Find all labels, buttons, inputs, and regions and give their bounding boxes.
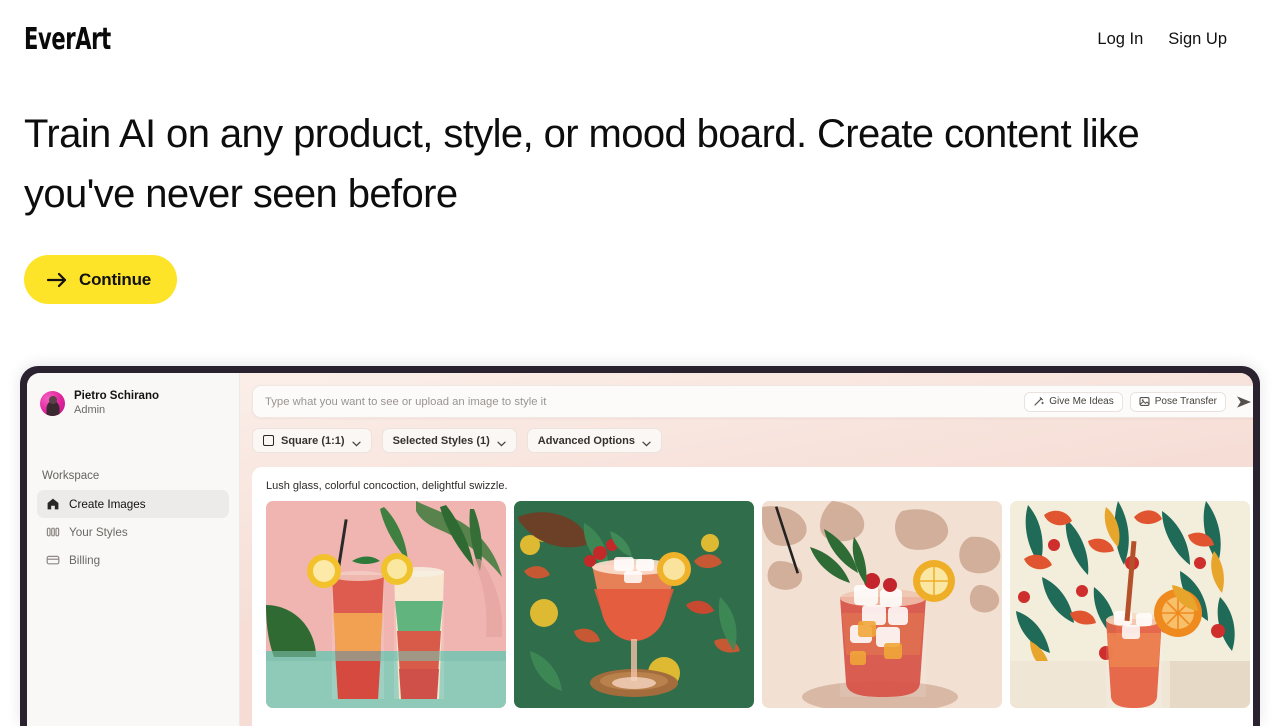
sidebar-item-label: Billing (69, 553, 101, 567)
sidebar-item-create-images[interactable]: Create Images (37, 490, 229, 518)
arrow-right-icon (46, 272, 68, 288)
prompt-input-placeholder[interactable]: Type what you want to see or upload an i… (265, 396, 1017, 408)
app-preview-window: Pietro Schirano Admin Workspace Create I… (20, 366, 1260, 726)
result-image-3[interactable] (762, 501, 1002, 708)
selected-styles-dropdown[interactable]: Selected Styles (1) (381, 428, 517, 453)
give-me-ideas-button[interactable]: Give Me Ideas (1024, 391, 1123, 412)
chevron-down-icon (497, 438, 506, 447)
result-image-2[interactable] (514, 501, 754, 708)
sidebar-item-label: Create Images (69, 497, 146, 511)
send-icon[interactable] (1235, 393, 1253, 411)
generation-toolbar: Square (1:1) Selected Styles (1) Advance… (252, 428, 1253, 453)
results-panel: Lush glass, colorful concoction, delight… (252, 467, 1253, 726)
site-header: EverArt Log In Sign Up (0, 0, 1280, 78)
aspect-ratio-label: Square (1:1) (281, 434, 345, 447)
advanced-options-dropdown[interactable]: Advanced Options (526, 428, 662, 453)
avatar (40, 390, 65, 416)
user-name: Pietro Schirano (74, 390, 159, 402)
chevron-down-icon (642, 438, 651, 447)
bars-icon (46, 525, 60, 539)
advanced-options-label: Advanced Options (537, 434, 635, 447)
sidebar-item-billing[interactable]: Billing (37, 546, 229, 574)
page-title: Train AI on any product, style, or mood … (24, 112, 1140, 216)
user-role: Admin (74, 404, 106, 416)
primary-nav: Log In Sign Up (1097, 30, 1227, 49)
brand-logo[interactable]: EverArt (24, 22, 111, 57)
continue-button-label: Continue (79, 269, 152, 289)
app-viewport: Pietro Schirano Admin Workspace Create I… (27, 373, 1253, 726)
results-grid (266, 501, 1250, 708)
credit-card-icon (46, 553, 60, 567)
aspect-ratio-dropdown[interactable]: Square (1:1) (252, 428, 372, 453)
give-me-ideas-label: Give Me Ideas (1049, 396, 1114, 407)
sidebar-item-your-styles[interactable]: Your Styles (37, 518, 229, 546)
selected-styles-label: Selected Styles (1) (392, 434, 490, 447)
continue-button[interactable]: Continue (24, 255, 178, 304)
magic-wand-icon (1033, 396, 1045, 407)
prompt-bar[interactable]: Type what you want to see or upload an i… (252, 385, 1253, 418)
sidebar-item-label: Your Styles (69, 525, 128, 539)
workspace-label: Workspace (42, 470, 100, 482)
image-icon (1139, 396, 1150, 407)
user-profile[interactable]: Pietro Schirano Admin (37, 389, 229, 417)
signup-link[interactable]: Sign Up (1168, 30, 1227, 49)
app-main: Type what you want to see or upload an i… (240, 373, 1253, 726)
result-image-1[interactable] (266, 501, 506, 708)
pose-transfer-button[interactable]: Pose Transfer (1129, 391, 1226, 412)
app-sidebar: Pietro Schirano Admin Workspace Create I… (27, 373, 240, 726)
result-image-4[interactable] (1010, 501, 1250, 708)
result-caption: Lush glass, colorful concoction, delight… (266, 480, 508, 492)
login-link[interactable]: Log In (1097, 30, 1143, 49)
pose-transfer-label: Pose Transfer (1154, 396, 1217, 407)
home-icon (46, 497, 60, 511)
square-icon (263, 435, 274, 446)
chevron-down-icon (351, 438, 361, 447)
